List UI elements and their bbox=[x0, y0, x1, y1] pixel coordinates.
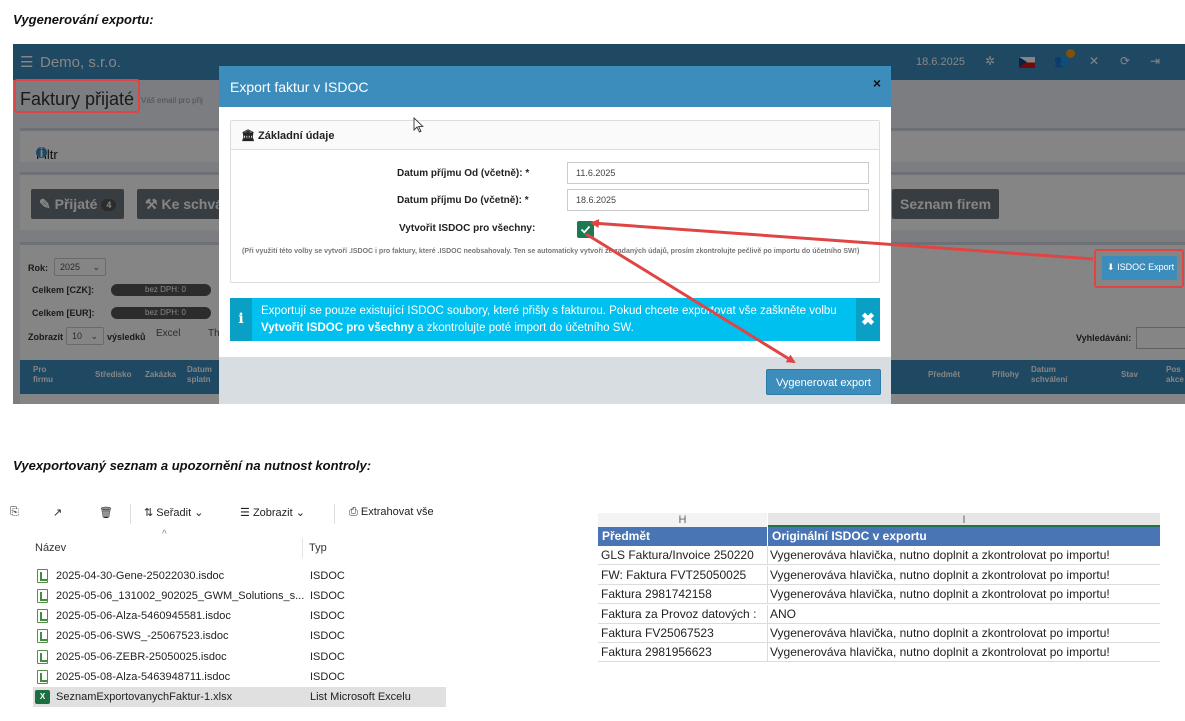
spreadsheet: H I Předmět Originální ISDOC v exportu G… bbox=[598, 513, 1160, 673]
sort-icon: ⇅ bbox=[144, 507, 154, 519]
cell-isdoc[interactable]: ANO bbox=[768, 605, 1160, 624]
file-type: ISDOC bbox=[310, 671, 345, 683]
sort-label: Seřadit bbox=[156, 507, 192, 519]
isdoc-file-icon bbox=[37, 569, 48, 583]
file-name: 2025-04-30-Gene-25022030.isdoc bbox=[56, 570, 225, 582]
column-divider bbox=[302, 538, 303, 558]
column-letter-h[interactable]: H bbox=[598, 513, 767, 527]
isdoc-file-icon bbox=[37, 629, 48, 643]
extract-all-button[interactable]: ⎙ Extrahovat vše bbox=[349, 506, 434, 519]
cell-isdoc[interactable]: Vygenerováva hlavička, nutno doplnit a z… bbox=[768, 643, 1160, 662]
file-explorer: ⎘ ↗ 🗑 ⇅ Seřadit ⌄ ☰ Zobrazit ⌄ ⎙ Extraho… bbox=[10, 496, 446, 711]
isdoc-file-icon bbox=[37, 670, 48, 684]
share-icon[interactable]: ↗ bbox=[53, 506, 62, 519]
cell-subject[interactable]: Faktura FV25067523 bbox=[598, 624, 768, 643]
sheet-row[interactable]: Faktura za Provoz datových : ANO bbox=[598, 605, 1160, 624]
cell-subject[interactable]: GLS Faktura/Invoice 250220 bbox=[598, 546, 768, 565]
file-row[interactable]: 2025-05-08-Alza-5463948711.isdoc ISDOC bbox=[33, 667, 446, 687]
cell-isdoc[interactable]: Vygenerováva hlavička, nutno doplnit a z… bbox=[768, 624, 1160, 643]
file-name: 2025-05-08-Alza-5463948711.isdoc bbox=[56, 671, 231, 683]
file-name: 2025-05-06-ZEBR-25050025.isdoc bbox=[56, 651, 227, 663]
arrow-to-generate-button bbox=[585, 232, 796, 364]
chevron-down-icon: ⌄ bbox=[295, 507, 305, 519]
file-name: 2025-05-06-SWS_-25067523.isdoc bbox=[56, 630, 229, 642]
isdoc-file-icon bbox=[37, 650, 48, 664]
cell-subject[interactable]: Faktura 2981742158 bbox=[598, 585, 768, 604]
cell-subject[interactable]: FW: Faktura FVT25050025 bbox=[598, 566, 768, 585]
file-type: List Microsoft Excelu bbox=[310, 691, 411, 703]
sheet-row[interactable]: Faktura 2981956623 Vygenerováva hlavička,… bbox=[598, 643, 1160, 662]
isdoc-file-icon bbox=[37, 609, 48, 623]
column-header-type[interactable]: Typ bbox=[309, 542, 327, 554]
isdoc-file-icon bbox=[37, 589, 48, 603]
sort-caret-icon: ^ bbox=[162, 529, 167, 540]
column-letter-i[interactable]: I bbox=[768, 513, 1160, 527]
sheet-row[interactable]: FW: Faktura FVT25050025 Vygenerováva hlav… bbox=[598, 566, 1160, 585]
view-icon: ☰ bbox=[240, 507, 250, 519]
toolbar-divider bbox=[334, 504, 335, 524]
sort-button[interactable]: ⇅ Seřadit ⌄ bbox=[144, 506, 203, 519]
cell-subject[interactable]: Faktura 2981956623 bbox=[598, 643, 768, 662]
file-row[interactable]: 2025-05-06-Alza-5460945581.isdoc ISDOC bbox=[33, 606, 446, 626]
view-button[interactable]: ☰ Zobrazit ⌄ bbox=[240, 506, 305, 519]
file-type: ISDOC bbox=[310, 590, 345, 602]
file-row[interactable]: 2025-04-30-Gene-25022030.isdoc ISDOC bbox=[33, 566, 446, 586]
toolbar-divider bbox=[130, 504, 131, 524]
arrow-to-checkbox bbox=[590, 219, 1094, 261]
file-row[interactable]: 2025-05-06-ZEBR-25050025.isdoc ISDOC bbox=[33, 647, 446, 667]
sheet-row[interactable]: GLS Faktura/Invoice 250220 Vygenerováva h… bbox=[598, 546, 1160, 565]
file-type: ISDOC bbox=[310, 651, 345, 663]
file-name: 2025-05-06_131002_902025_GWM_Solutions_s… bbox=[56, 590, 305, 602]
delete-icon[interactable]: 🗑 bbox=[99, 506, 113, 519]
sheet-header-subject[interactable]: Předmět bbox=[598, 527, 767, 546]
file-row-selected[interactable]: X SeznamExportovanychFaktur-1.xlsx List Mi… bbox=[33, 687, 446, 707]
file-type: ISDOC bbox=[310, 630, 345, 642]
file-type: ISDOC bbox=[310, 570, 345, 582]
chevron-down-icon: ⌄ bbox=[194, 507, 204, 519]
extract-label: Extrahovat vše bbox=[360, 506, 434, 518]
cell-isdoc[interactable]: Vygenerováva hlavička, nutno doplnit a z… bbox=[768, 566, 1160, 585]
sheet-row[interactable]: Faktura FV25067523 Vygenerováva hlavička,… bbox=[598, 624, 1160, 643]
file-row[interactable]: 2025-05-06-SWS_-25067523.isdoc ISDOC bbox=[33, 626, 446, 646]
cell-subject[interactable]: Faktura za Provoz datových : bbox=[598, 605, 768, 624]
excel-file-icon: X bbox=[35, 690, 50, 704]
column-header-name[interactable]: Název bbox=[35, 542, 66, 554]
file-type: ISDOC bbox=[310, 610, 345, 622]
copy-icon[interactable]: ⎘ bbox=[10, 506, 19, 519]
app-screenshot: ☰ Demo, s.r.o. 18.6.2025 ✲ 👥 ✕ ⟳ ⇥ Faktu… bbox=[13, 44, 1185, 404]
heading-exported: Vyexportovaný seznam a upozornění na nut… bbox=[13, 458, 372, 473]
heading-generate: Vygenerování exportu: bbox=[13, 12, 154, 27]
cell-isdoc[interactable]: Vygenerováva hlavička, nutno doplnit a z… bbox=[768, 585, 1160, 604]
annotation-arrows bbox=[585, 219, 1094, 364]
file-row[interactable]: 2025-05-06_131002_902025_GWM_Solutions_s… bbox=[33, 586, 446, 606]
view-label: Zobrazit bbox=[252, 507, 293, 519]
file-name: SeznamExportovanychFaktur-1.xlsx bbox=[56, 691, 233, 703]
file-name: 2025-05-06-Alza-5460945581.isdoc bbox=[56, 610, 231, 622]
extract-icon: ⎙ bbox=[349, 506, 358, 518]
sheet-header-original-isdoc[interactable]: Originální ISDOC v exportu bbox=[768, 527, 1160, 546]
sheet-row[interactable]: Faktura 2981742158 Vygenerováva hlavička,… bbox=[598, 585, 1160, 604]
cell-isdoc[interactable]: Vygenerováva hlavička, nutno doplnit a z… bbox=[768, 546, 1160, 565]
